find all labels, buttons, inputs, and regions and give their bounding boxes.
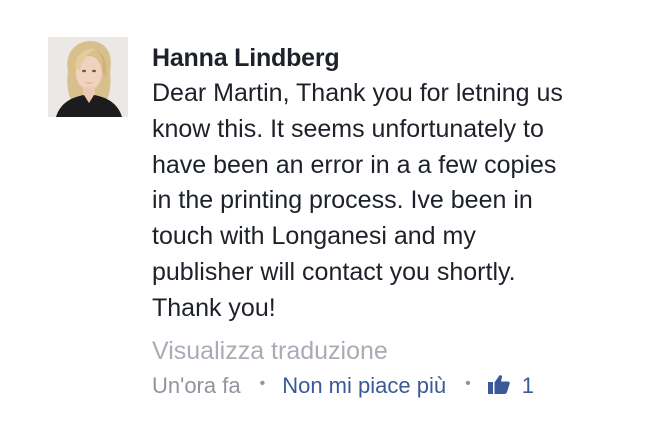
unlike-button[interactable]: Non mi piace più xyxy=(282,373,446,399)
like-count[interactable]: 1 xyxy=(487,373,534,399)
like-count-value: 1 xyxy=(521,373,534,398)
comment-text-line: have been an error in a a few copies xyxy=(152,150,557,179)
avatar-photo xyxy=(48,37,128,117)
avatar[interactable] xyxy=(48,37,128,117)
comment-timestamp[interactable]: Un'ora fa xyxy=(152,373,241,399)
separator-dot: • xyxy=(465,375,471,392)
comment-text-line: in the printing process. Ive been in xyxy=(152,186,533,215)
comment-actions: Un'ora fa • Non mi piace più • 1 xyxy=(152,368,534,404)
comment-text-line: publisher will contact you shortly. xyxy=(152,257,516,286)
comment-text-line: touch with Longanesi and my xyxy=(152,222,476,251)
thumbs-up-icon xyxy=(487,375,510,394)
comment-text-line: Dear Martin, Thank you for letning us xyxy=(152,79,563,107)
translate-link[interactable]: Visualizza traduzione xyxy=(152,333,632,369)
separator-dot: • xyxy=(259,375,266,392)
comment: Hanna Lindberg Dear Martin, Thank you fo… xyxy=(0,0,648,428)
comment-author[interactable]: Hanna Lindberg xyxy=(152,40,632,76)
comment-text-line: know this. It seems unfortunately to xyxy=(152,114,544,143)
comment-text: Dear Martin, Thank you for letning us kn… xyxy=(152,76,632,327)
comment-body: Hanna Lindberg Dear Martin, Thank you fo… xyxy=(152,40,632,369)
comment-text-line: Thank you! xyxy=(152,293,276,322)
